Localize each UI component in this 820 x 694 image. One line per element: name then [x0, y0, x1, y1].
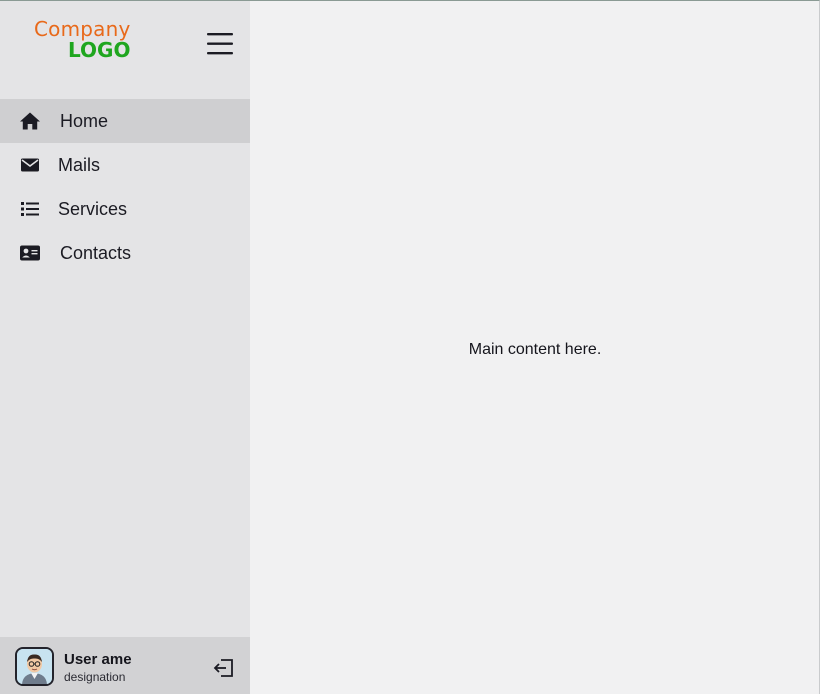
sidebar-item-services[interactable]: Services	[0, 187, 250, 231]
sidebar-item-mails[interactable]: Mails	[0, 143, 250, 187]
sidebar-item-label: Services	[58, 198, 128, 219]
envelope-icon	[19, 154, 41, 176]
hamburger-menu-icon[interactable]	[204, 30, 236, 58]
sidebar: Company LOGO Home Mails Services Contact…	[0, 1, 250, 694]
sidebar-item-label: Mails	[58, 154, 101, 175]
avatar[interactable]	[15, 647, 54, 686]
app-window: Company LOGO Home Mails Services Contact…	[0, 0, 820, 694]
main-content: Main content here.	[250, 1, 819, 694]
sidebar-header: Company LOGO	[0, 1, 250, 99]
user-panel: User ame designation	[0, 637, 250, 694]
sidebar-item-contacts[interactable]: Contacts	[0, 231, 250, 275]
company-logo[interactable]: Company LOGO	[34, 19, 134, 60]
sidebar-item-home[interactable]: Home	[0, 99, 250, 143]
logout-icon[interactable]	[212, 657, 236, 679]
user-designation: designation	[64, 670, 126, 684]
contact-card-icon	[19, 242, 41, 264]
user-info: User ame designation	[64, 651, 132, 684]
sidebar-item-label: Home	[60, 110, 109, 131]
home-icon	[19, 110, 41, 132]
logo-line-logo: LOGO	[68, 38, 131, 62]
logo-line-company: Company	[34, 17, 131, 41]
sidebar-nav: Home Mails Services Contacts	[0, 99, 250, 275]
list-icon	[19, 198, 41, 220]
user-name: User ame	[64, 651, 132, 668]
main-content-text: Main content here.	[468, 341, 602, 358]
sidebar-item-label: Contacts	[60, 242, 132, 263]
